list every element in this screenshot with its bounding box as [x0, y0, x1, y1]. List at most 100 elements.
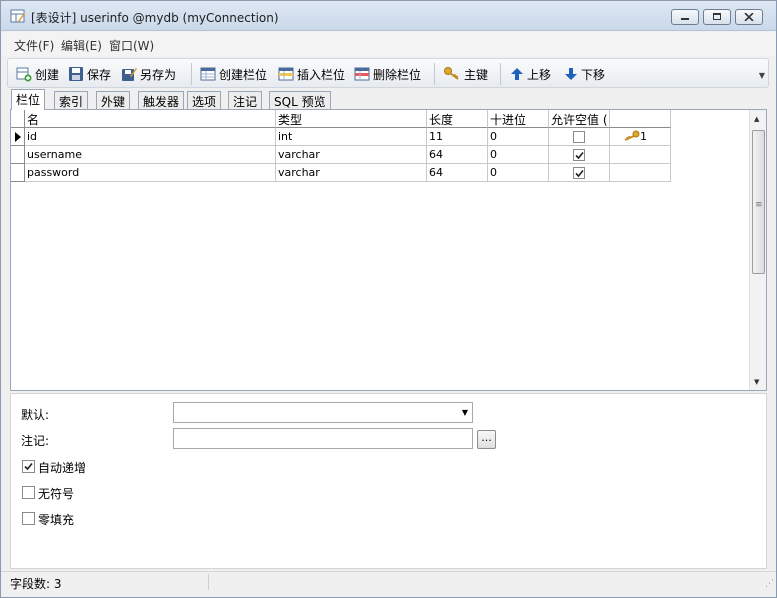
tab-options[interactable]: 选项	[187, 91, 222, 109]
resize-grip-icon[interactable]: ⋰	[765, 579, 774, 589]
table-design-icon	[10, 9, 25, 23]
fields-grid-panel: 名 类型 长度 十进位 允许空值 ( id int 11 0 1 usernam…	[10, 109, 767, 391]
save-as-label: 另存为	[140, 67, 177, 82]
column-header-type[interactable]: 类型	[276, 110, 427, 128]
cell-primary-key[interactable]	[610, 146, 671, 164]
scrollbar-grip-icon: ≡	[755, 200, 763, 210]
chevron-down-icon: ▼	[461, 408, 468, 417]
status-bar: 字段数: 3 ⋰	[1, 571, 776, 591]
tab-indexes[interactable]: 索引	[54, 91, 89, 109]
delete-field-label: 删除栏位	[373, 67, 422, 82]
save-button[interactable]: 保存	[68, 65, 111, 83]
create-field-button[interactable]: 创建栏位	[200, 65, 267, 83]
insert-field-button[interactable]: 插入栏位	[278, 65, 345, 83]
auto-increment-checkbox[interactable]	[22, 460, 35, 473]
scroll-up-icon[interactable]: ▲	[754, 115, 759, 123]
toolbar-separator	[191, 63, 192, 85]
delete-field-button[interactable]: 删除栏位	[354, 65, 421, 83]
maximize-icon	[713, 13, 721, 20]
save-icon	[69, 67, 83, 81]
cell-field-type[interactable]: varchar	[276, 146, 427, 164]
cell-field-length[interactable]: 64	[427, 146, 488, 164]
arrow-down-icon	[565, 68, 577, 80]
primary-key-label: 主键	[464, 67, 489, 82]
cell-field-length[interactable]: 64	[427, 164, 488, 182]
tab-sql-preview[interactable]: SQL 预览	[269, 91, 331, 109]
column-header-length[interactable]: 长度	[427, 110, 488, 128]
cell-field-decimals[interactable]: 0	[488, 146, 549, 164]
cell-field-name[interactable]: username	[25, 146, 276, 164]
delete-field-icon	[354, 67, 370, 81]
save-as-icon	[122, 68, 137, 81]
field-count-status: 字段数: 3	[10, 577, 62, 591]
cell-field-type[interactable]: int	[276, 128, 427, 146]
row-indicator[interactable]	[11, 146, 25, 164]
grid-vertical-scrollbar[interactable]: ▲ ≡ ▼	[749, 110, 766, 390]
tab-foreign-keys[interactable]: 外键	[96, 91, 131, 109]
cell-allow-null[interactable]	[549, 128, 610, 146]
cell-field-type[interactable]: varchar	[276, 164, 427, 182]
minimize-button[interactable]	[671, 9, 699, 25]
cell-field-decimals[interactable]: 0	[488, 164, 549, 182]
row-indicator[interactable]	[11, 164, 25, 182]
maximize-button[interactable]	[703, 9, 731, 25]
save-label: 保存	[87, 67, 112, 82]
move-up-label: 上移	[527, 67, 552, 82]
toolbar-overflow-icon[interactable]: ▼	[759, 71, 765, 80]
cell-field-name[interactable]: password	[25, 164, 276, 182]
cell-primary-key[interactable]	[610, 164, 671, 182]
tab-fields[interactable]: 栏位	[11, 89, 46, 110]
zerofill-checkbox[interactable]	[22, 512, 35, 525]
column-header-allow-null[interactable]: 允许空值 (	[549, 110, 610, 128]
cell-field-decimals[interactable]: 0	[488, 128, 549, 146]
column-header-key[interactable]	[610, 110, 671, 128]
arrow-up-icon	[511, 68, 523, 80]
cell-field-name[interactable]: id	[25, 128, 276, 146]
allow-null-checkbox[interactable]	[573, 131, 585, 143]
close-button[interactable]	[735, 9, 763, 25]
comment-input[interactable]	[173, 428, 473, 449]
tab-comments[interactable]: 注记	[228, 91, 263, 109]
title-bar: [表设计] userinfo @mydb (myConnection)	[1, 1, 776, 31]
allow-null-checkbox[interactable]	[573, 149, 585, 161]
auto-increment-label[interactable]: 自动递增	[38, 459, 86, 476]
default-label: 默认:	[21, 408, 50, 422]
row-indicator-current[interactable]	[11, 128, 25, 146]
minimize-icon	[681, 18, 689, 20]
toolbar-separator	[434, 63, 435, 85]
menu-edit[interactable]: 编辑(E)	[61, 37, 102, 54]
column-header-decimals[interactable]: 十进位	[488, 110, 549, 128]
comment-label: 注记:	[21, 434, 50, 448]
default-value-select[interactable]: ▼	[173, 402, 473, 423]
move-up-button[interactable]: 上移	[510, 65, 551, 83]
scroll-down-icon[interactable]: ▼	[754, 378, 759, 386]
toolbar: 创建 保存 另存为 创建栏位 插入栏位 删除栏位 主键 上移 下移 ▼	[7, 58, 769, 88]
window-title: [表设计] userinfo @mydb (myConnection)	[31, 11, 279, 25]
checkmark-icon	[24, 462, 33, 471]
tab-triggers[interactable]: 触发器	[138, 91, 185, 109]
create-label: 创建	[35, 67, 60, 82]
move-down-button[interactable]: 下移	[564, 65, 605, 83]
zerofill-label[interactable]: 零填充	[38, 511, 74, 528]
checkmark-icon	[575, 151, 584, 160]
menu-window[interactable]: 窗口(W)	[109, 37, 154, 54]
tab-strip: 栏位 索引 外键 触发器 选项 注记 SQL 预览	[11, 89, 771, 110]
menu-file[interactable]: 文件(F)	[14, 37, 54, 54]
insert-field-icon	[278, 67, 294, 81]
save-as-button[interactable]: 另存为	[121, 65, 176, 83]
toolbar-separator	[500, 63, 501, 85]
primary-key-button[interactable]: 主键	[443, 65, 488, 83]
unsigned-checkbox[interactable]	[22, 486, 35, 499]
column-header-name[interactable]: 名	[25, 110, 276, 128]
insert-field-label: 插入栏位	[297, 67, 346, 82]
allow-null-checkbox[interactable]	[573, 167, 585, 179]
menu-bar: 文件(F) 编辑(E) 窗口(W)	[1, 32, 776, 56]
comment-editor-button[interactable]: ...	[477, 430, 496, 449]
cell-field-length[interactable]: 11	[427, 128, 488, 146]
cell-allow-null[interactable]	[549, 146, 610, 164]
unsigned-label[interactable]: 无符号	[38, 485, 74, 502]
cell-primary-key[interactable]: 1	[610, 128, 671, 146]
close-icon	[744, 13, 754, 21]
create-button[interactable]: 创建	[16, 65, 59, 83]
cell-allow-null[interactable]	[549, 164, 610, 182]
